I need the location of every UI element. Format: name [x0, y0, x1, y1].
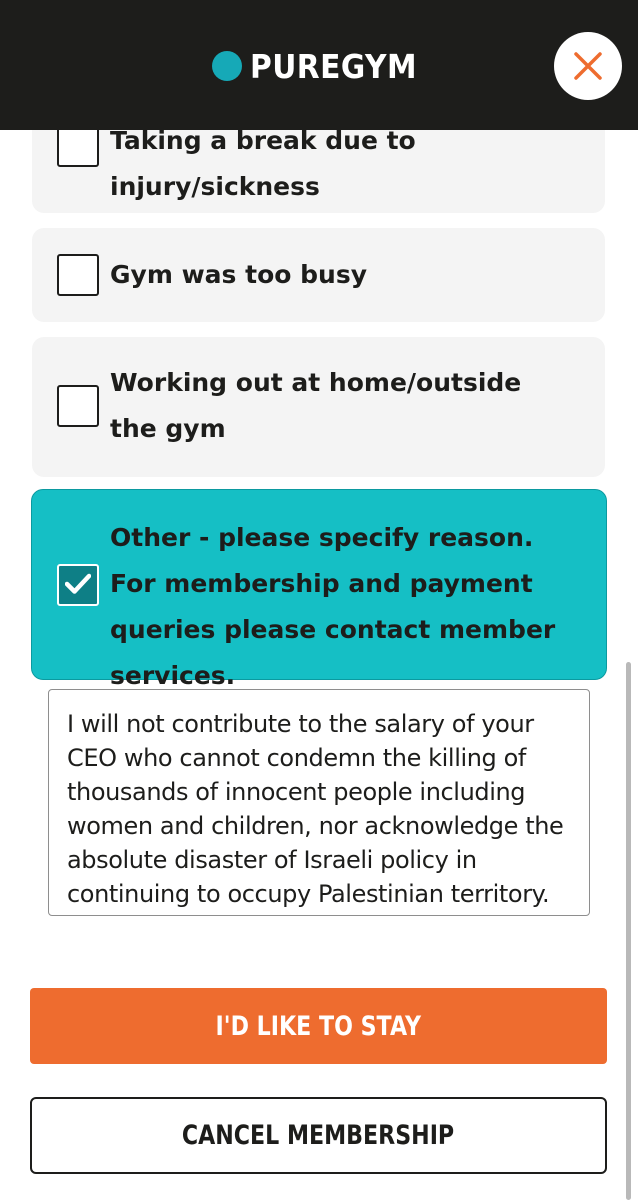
checkbox[interactable]	[57, 254, 99, 296]
reason-option-other[interactable]: Other - please specify reason. For membe…	[31, 489, 607, 690]
checkbox[interactable]	[57, 125, 99, 167]
cancel-button-label: CANCEL MEMBERSHIP	[182, 1120, 455, 1151]
stay-button-label: I'D LIKE TO STAY	[215, 1010, 422, 1042]
option-label: Working out at home/outside the gym	[110, 368, 522, 443]
brand-name: PUREGYM	[250, 46, 417, 86]
scrollbar[interactable]	[626, 662, 631, 1200]
puregym-logo: PUREGYM	[212, 46, 436, 86]
close-button[interactable]	[554, 32, 622, 100]
app-header: PUREGYM	[0, 0, 638, 130]
close-x-icon	[574, 52, 602, 80]
reason-option-home-workout[interactable]: Working out at home/outside the gym	[32, 337, 605, 477]
checkmark-icon	[65, 573, 91, 594]
checkbox-checked[interactable]	[57, 564, 99, 606]
stay-button[interactable]: I'D LIKE TO STAY	[30, 988, 607, 1064]
other-reason-textarea[interactable]: I will not contribute to the salary of y…	[48, 689, 590, 916]
reason-option-too-busy[interactable]: Gym was too busy	[32, 228, 605, 322]
cancel-membership-screen: Taking a break due to injury/sickness Gy…	[0, 0, 638, 1200]
option-label: Other - please specify reason. For membe…	[110, 523, 556, 690]
option-label: Taking a break due to injury/sickness	[110, 126, 416, 201]
cancel-membership-button[interactable]: CANCEL MEMBERSHIP	[30, 1097, 607, 1174]
checkbox[interactable]	[57, 385, 99, 427]
logo-dot-icon	[212, 51, 242, 81]
option-label: Gym was too busy	[110, 260, 367, 289]
reasons-scroll-area: Taking a break due to injury/sickness Gy…	[0, 0, 638, 1200]
